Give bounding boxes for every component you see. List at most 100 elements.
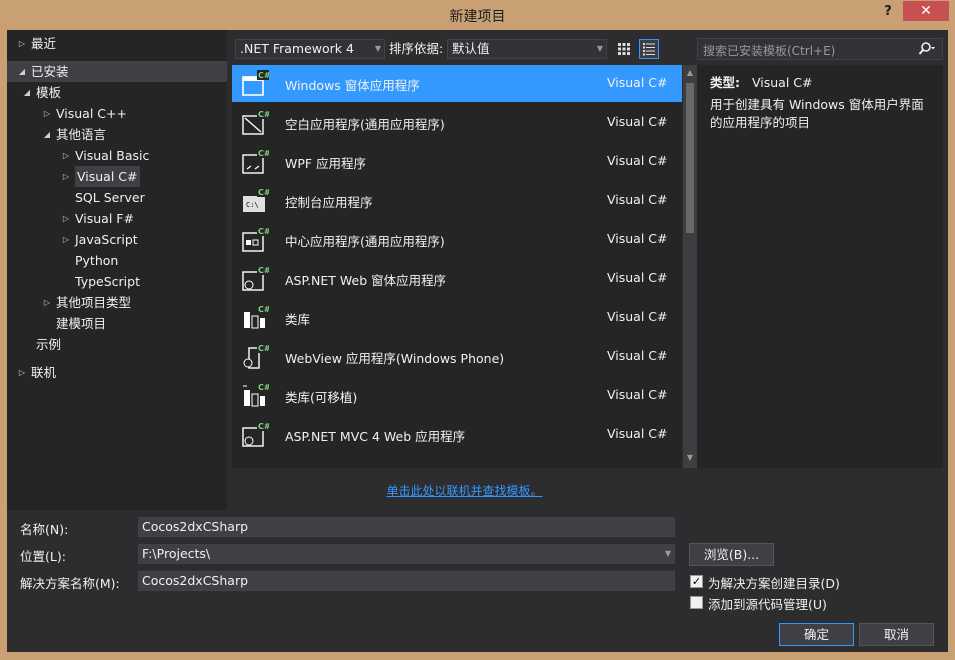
template-language: Visual C# xyxy=(607,231,668,246)
create-directory-label: 为解决方案创建目录(D) xyxy=(708,576,840,591)
expanded-triangle-icon[interactable]: ◢ xyxy=(22,82,32,103)
close-button[interactable]: ✕ xyxy=(903,1,949,21)
scroll-down-icon[interactable]: ▼ xyxy=(683,453,697,462)
search-icon[interactable] xyxy=(918,41,936,57)
collapsed-triangle-icon[interactable]: ▷ xyxy=(61,166,71,187)
tree-item-label: Visual C# xyxy=(75,166,140,187)
template-row[interactable]: C# WebView 应用程序(Windows Phone) Visual C# xyxy=(232,338,682,375)
template-language: Visual C# xyxy=(607,153,668,168)
template-row[interactable]: C# 空白应用程序(通用应用程序) Visual C# xyxy=(232,104,682,141)
template-row[interactable]: C# WPF 应用程序 Visual C# xyxy=(232,143,682,180)
template-name: WPF 应用程序 xyxy=(285,156,367,171)
webview-app-icon: C# xyxy=(241,343,271,371)
tree-item-label: Python xyxy=(75,253,119,268)
framework-dropdown[interactable]: .NET Framework 4 ▼ xyxy=(235,39,385,59)
aspnet-web-forms-icon: C# xyxy=(241,265,271,293)
template-language: Visual C# xyxy=(607,270,668,285)
tree-item[interactable]: ◢ 模板 xyxy=(7,82,227,103)
template-name: 中心应用程序(通用应用程序) xyxy=(285,234,445,249)
cancel-button[interactable]: 取消 xyxy=(859,623,934,646)
tree-item[interactable]: 示例 xyxy=(7,334,227,355)
template-name: 空白应用程序(通用应用程序) xyxy=(285,117,445,132)
location-combobox[interactable]: F:\Projects\ ▼ xyxy=(138,544,675,564)
solution-name-label: 解决方案名称(M): xyxy=(20,576,120,591)
tree-item[interactable]: ▷ Visual Basic xyxy=(7,145,227,166)
tree-item[interactable]: Python xyxy=(7,250,227,271)
name-label: 名称(N): xyxy=(20,522,69,537)
template-row[interactable]: C# ASP.NET Web 窗体应用程序 Visual C# xyxy=(232,260,682,297)
project-name-input[interactable]: Cocos2dxCSharp xyxy=(138,517,675,537)
template-row[interactable]: C# 中心应用程序(通用应用程序) Visual C# xyxy=(232,221,682,258)
aspnet-mvc-icon: C# xyxy=(241,421,271,449)
sort-value: 默认值 xyxy=(452,41,490,56)
tree-item-label: 联机 xyxy=(31,365,57,380)
tree-item[interactable]: 建模项目 xyxy=(7,313,227,334)
sort-dropdown[interactable]: 默认值 ▼ xyxy=(447,39,607,59)
tree-item[interactable]: ▷ Visual F# xyxy=(7,208,227,229)
template-name: ASP.NET Web 窗体应用程序 xyxy=(285,273,447,288)
svg-text:C#: C# xyxy=(258,227,269,236)
template-row[interactable]: C# 类库 Visual C# xyxy=(232,299,682,336)
tree-item[interactable]: TypeScript xyxy=(7,271,227,292)
tree-item[interactable]: ▷ 其他项目类型 xyxy=(7,292,227,313)
template-row[interactable]: C# Windows 窗体应用程序 Visual C# xyxy=(232,65,682,102)
template-name: WebView 应用程序(Windows Phone) xyxy=(285,351,505,366)
expanded-triangle-icon[interactable]: ◢ xyxy=(17,61,27,82)
tree-item[interactable]: SQL Server xyxy=(7,187,227,208)
svg-text:C#: C# xyxy=(258,383,269,392)
tree-item-label: Visual F# xyxy=(75,211,134,226)
title-bar[interactable]: 新建项目 ? ✕ xyxy=(0,0,955,30)
tree-item[interactable]: ◢ 其他语言 xyxy=(7,124,227,145)
list-view-button[interactable] xyxy=(639,39,659,59)
tree-item[interactable]: ▷ Visual C# xyxy=(7,166,227,187)
tree-item[interactable]: ▷ 最近 xyxy=(7,33,227,54)
template-row[interactable]: C# 类库(可移植) Visual C# xyxy=(232,377,682,414)
template-list-scrollbar[interactable]: ▲ ▼ xyxy=(683,65,697,468)
collapsed-triangle-icon[interactable]: ▷ xyxy=(42,103,52,124)
search-box[interactable]: 搜索已安装模板(Ctrl+E) xyxy=(697,38,943,60)
console-app-icon: C:\ C# xyxy=(241,187,271,215)
tree-item-label: 模板 xyxy=(36,85,62,100)
list-view-icon xyxy=(643,43,655,56)
collapsed-triangle-icon[interactable]: ▷ xyxy=(61,229,71,250)
help-button[interactable]: ? xyxy=(878,4,898,24)
grid-view-icon xyxy=(618,43,630,55)
template-description-panel: 类型: Visual C# 用于创建具有 Windows 窗体用户界面的应用程序… xyxy=(697,65,943,468)
template-name: 类库 xyxy=(285,312,311,327)
browse-button[interactable]: 浏览(B)... xyxy=(689,543,774,566)
scroll-thumb[interactable] xyxy=(686,83,694,233)
location-value: F:\Projects\ xyxy=(142,546,211,561)
source-control-checkbox[interactable] xyxy=(690,596,703,609)
tree-item[interactable]: ◢ 已安装 xyxy=(7,61,227,82)
sort-label: 排序依据: xyxy=(389,41,444,56)
solution-name-input[interactable]: Cocos2dxCSharp xyxy=(138,571,675,591)
svg-text:C#: C# xyxy=(258,305,269,314)
windows-forms-icon: C# xyxy=(241,70,271,98)
collapsed-triangle-icon[interactable]: ▷ xyxy=(61,208,71,229)
template-row[interactable]: C# ASP.NET MVC 4 Web 应用程序 Visual C# xyxy=(232,416,682,453)
template-language: Visual C# xyxy=(607,309,668,324)
tree-item[interactable]: ▷ JavaScript xyxy=(7,229,227,250)
svg-text:C#: C# xyxy=(258,149,269,158)
create-directory-checkbox[interactable]: ✓ xyxy=(690,575,703,588)
template-language: Visual C# xyxy=(607,114,668,129)
online-templates-link[interactable]: 单击此处以联机并查找模板。 xyxy=(232,482,697,499)
collapsed-triangle-icon[interactable]: ▷ xyxy=(17,362,27,383)
collapsed-triangle-icon[interactable]: ▷ xyxy=(61,145,71,166)
small-icons-view-button[interactable] xyxy=(614,39,634,59)
expanded-triangle-icon[interactable]: ◢ xyxy=(42,124,52,145)
collapsed-triangle-icon[interactable]: ▷ xyxy=(42,292,52,313)
tree-item[interactable]: ▷ Visual C++ xyxy=(7,103,227,124)
template-row[interactable]: C:\ C# 控制台应用程序 Visual C# xyxy=(232,182,682,219)
tree-item[interactable]: ▷ 联机 xyxy=(7,362,227,383)
tree-item-label: SQL Server xyxy=(75,190,145,205)
chevron-down-icon[interactable]: ▼ xyxy=(665,545,671,563)
tree-item-label: JavaScript xyxy=(75,232,138,247)
template-list: C# Windows 窗体应用程序 Visual C# C# 空白应用程序(通用应用程序… xyxy=(232,65,682,468)
tree-item-label: Visual Basic xyxy=(75,148,150,163)
scroll-up-icon[interactable]: ▲ xyxy=(683,68,697,77)
ok-button[interactable]: 确定 xyxy=(779,623,854,646)
collapsed-triangle-icon[interactable]: ▷ xyxy=(17,33,27,54)
wpf-app-icon: C# xyxy=(241,148,271,176)
chevron-down-icon: ▼ xyxy=(596,44,603,53)
